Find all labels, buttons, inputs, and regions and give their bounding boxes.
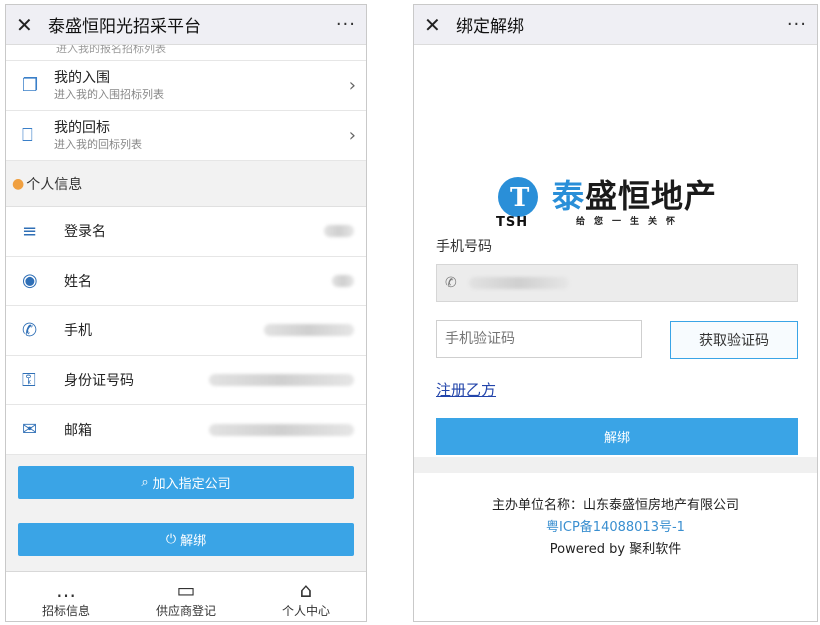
left-title-bar: ✕ 泰盛恒阳光招采平台 ··· [6, 5, 366, 45]
info-label: 登录名 [64, 224, 106, 241]
chevron-right-icon: › [348, 75, 356, 96]
list-icon: ≡ [22, 220, 38, 242]
bottom-tab-bar: … 招标信息 ▭ 供应商登记 ⌂ 个人中心 [6, 571, 366, 621]
list-item-sub: 进入我的回标列表 [54, 137, 142, 151]
footer-powered-by: Powered by 聚利软件 [549, 542, 682, 557]
bookmark-icon: ⎕ [22, 125, 33, 146]
logo-mark: T TSH [494, 177, 546, 230]
phone-field[interactable]: ✆ [436, 264, 798, 302]
logo-text: 泰盛恒地产 给您一生关怀 [552, 178, 717, 227]
left-screen: ✕ 泰盛恒阳光招采平台 ··· 进入我的报名招标列表 ❐ 我的入围 进入我的入围… [5, 4, 367, 622]
phone-icon: ✆ [22, 319, 38, 341]
page-title: 泰盛恒阳光招采平台 [48, 17, 201, 37]
list-item-truncated[interactable]: 进入我的报名招标列表 [6, 45, 366, 61]
logo-slogan: 给您一生关怀 [576, 216, 685, 227]
key-icon: ⚿ [22, 369, 36, 391]
blurred-value [324, 225, 354, 238]
company-logo: T TSH 泰盛恒地产 给您一生关怀 [494, 177, 717, 230]
verification-code-input[interactable] [436, 320, 642, 358]
mail-icon: ✉ [22, 419, 38, 441]
tab-supplier-registration[interactable]: ▭ 供应商登记 [126, 572, 246, 621]
info-label: 身份证号码 [64, 373, 134, 390]
user-circle-icon: ◉ [22, 270, 38, 292]
close-icon[interactable]: ✕ [424, 13, 450, 37]
unbind-label: 解绑 [180, 534, 207, 549]
register-party-b-link[interactable]: 注册乙方 [436, 379, 496, 400]
section-header-personal-info: ● 个人信息 [6, 161, 366, 207]
phone-label: 手机号码 [436, 239, 492, 255]
blurred-value [264, 324, 354, 337]
my-bids-row[interactable]: ⎕ 我的回标 进入我的回标列表 › [6, 111, 366, 161]
power-icon: ⏻ [165, 532, 177, 547]
info-row-id-number: ⚿ 身份证号码 [6, 355, 366, 406]
info-row-phone: ✆ 手机 [6, 306, 366, 356]
info-row-login-name: ≡ 登录名 [6, 207, 366, 257]
blurred-value [209, 423, 354, 436]
footer-org: 主办单位名称：山东泰盛恒房地产有限公司 [491, 498, 739, 513]
my-shortlist-row[interactable]: ❐ 我的入围 进入我的入围招标列表 › [6, 61, 366, 111]
more-icon[interactable]: ··· [336, 14, 356, 35]
logo-name-rest: 盛恒地产 [585, 176, 718, 215]
tab-label: 个人中心 [281, 604, 330, 618]
join-company-button[interactable]: ⌕ 加入指定公司 [18, 466, 354, 499]
right-screen: ✕ 绑定解绑 ··· T TSH 泰盛恒地产 给您一生关怀 手机号码 ✆ 获取验… [413, 4, 818, 622]
close-icon[interactable]: ✕ [16, 13, 42, 37]
blurred-value [209, 374, 354, 387]
divider-band [414, 457, 817, 473]
drive-icon: ▭ [176, 578, 196, 602]
get-code-button[interactable]: 获取验证码 [670, 321, 798, 359]
info-label: 手机 [64, 323, 92, 340]
blurred-value [468, 277, 569, 289]
tab-personal-center[interactable]: ⌂ 个人中心 [246, 572, 366, 621]
list-item-label: 我的回标 [54, 119, 110, 136]
page-title: 绑定解绑 [456, 17, 524, 37]
info-row-email: ✉ 邮箱 [6, 405, 366, 455]
right-title-bar: ✕ 绑定解绑 ··· [414, 5, 817, 45]
blurred-value [332, 274, 354, 287]
list-item-sub: 进入我的入围招标列表 [54, 87, 164, 101]
list-item-sub: 进入我的报名招标列表 [56, 45, 166, 55]
logo-abbreviation: TSH [496, 215, 529, 230]
info-label: 姓名 [64, 273, 92, 290]
chevron-right-icon: › [348, 125, 356, 146]
section-title: 个人信息 [26, 176, 83, 193]
info-row-name: ◉ 姓名 [6, 256, 366, 307]
footer-icp-link[interactable]: 粤ICP备14088013号-1 [414, 517, 817, 539]
copy-icon: ❐ [22, 75, 39, 96]
phone-icon: ✆ [445, 275, 457, 291]
chat-bubble-icon: … [56, 578, 76, 602]
more-icon[interactable]: ··· [787, 14, 807, 35]
search-icon: ⌕ [141, 475, 149, 490]
unbind-button[interactable]: ⏻ 解绑 [18, 523, 354, 556]
list-item-label: 我的入围 [54, 69, 110, 86]
logo-letter: T [510, 183, 530, 213]
tab-label: 供应商登记 [155, 604, 216, 618]
join-company-label: 加入指定公司 [152, 477, 231, 492]
logo-name-first: 泰 [552, 176, 586, 215]
unbind-button[interactable]: 解绑 [436, 418, 798, 455]
person-icon: ● [12, 175, 25, 192]
footer: 主办单位名称：山东泰盛恒房地产有限公司 粤ICP备14088013号-1 Pow… [414, 495, 817, 561]
tab-bid-info[interactable]: … 招标信息 [6, 572, 126, 621]
info-label: 邮箱 [64, 422, 92, 439]
user-icon: ⌂ [299, 578, 313, 602]
tab-label: 招标信息 [41, 604, 90, 618]
